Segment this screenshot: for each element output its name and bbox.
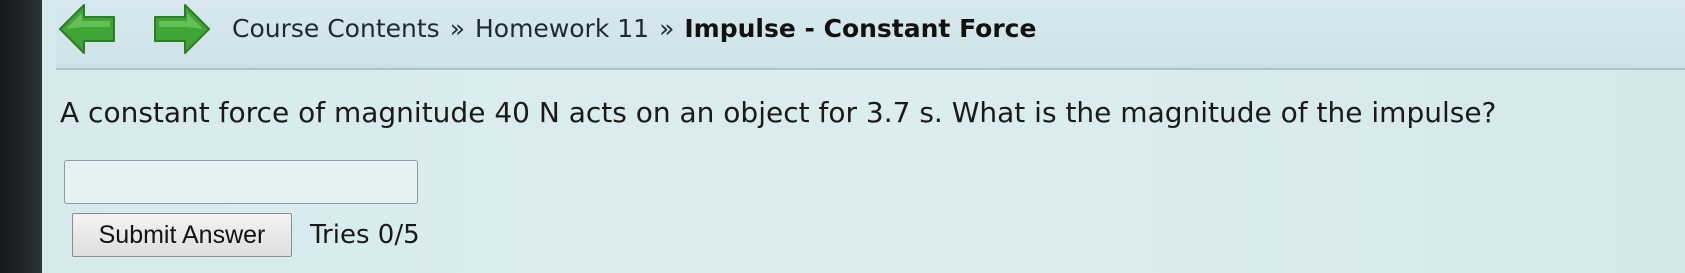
breadcrumb-separator: » bbox=[659, 14, 675, 43]
screen: Course Contents » Homework 11 » Impulse … bbox=[0, 0, 1685, 273]
breadcrumb: Course Contents » Homework 11 » Impulse … bbox=[232, 14, 1036, 43]
breadcrumb-homework[interactable]: Homework 11 bbox=[475, 14, 649, 43]
back-arrow-icon[interactable] bbox=[58, 2, 116, 56]
breadcrumb-current-page: Impulse - Constant Force bbox=[684, 14, 1037, 43]
answer-input[interactable] bbox=[64, 160, 418, 204]
question-text: A constant force of magnitude 40 N acts … bbox=[60, 96, 1497, 129]
tries-counter: Tries 0/5 bbox=[310, 220, 420, 250]
breadcrumb-course-contents[interactable]: Course Contents bbox=[232, 14, 440, 43]
submit-answer-button[interactable]: Submit Answer bbox=[72, 213, 292, 257]
screen-bezel bbox=[0, 0, 42, 273]
forward-arrow-icon[interactable] bbox=[153, 2, 211, 56]
breadcrumb-separator: » bbox=[449, 14, 465, 43]
